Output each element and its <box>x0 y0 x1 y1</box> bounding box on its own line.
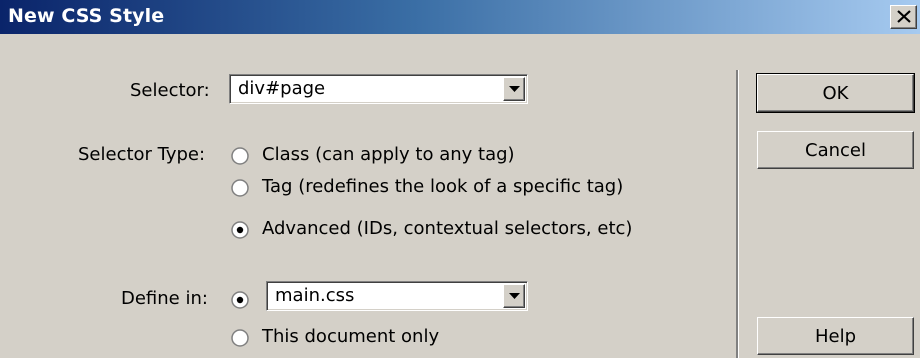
new-css-style-dialog: New CSS Style Selector: div#page Selecto… <box>0 0 920 358</box>
help-button[interactable]: Help <box>757 317 914 355</box>
radio-checked-icon[interactable] <box>231 291 249 309</box>
selector-label: Selector: <box>130 80 210 101</box>
radio-class-label: Class (can apply to any tag) <box>262 144 515 165</box>
chevron-down-icon <box>509 293 520 299</box>
close-button[interactable] <box>890 5 917 29</box>
dialog-title: New CSS Style <box>8 5 165 27</box>
selector-dropdown[interactable]: div#page <box>229 74 528 104</box>
chevron-down-icon <box>509 86 520 92</box>
define-in-dropdown[interactable]: main.css <box>266 281 528 311</box>
define-in-value: main.css <box>275 285 355 306</box>
define-in-label: Define in: <box>121 288 208 309</box>
selector-value: div#page <box>238 78 326 99</box>
define-in-dropdown-arrow[interactable] <box>503 284 525 308</box>
selector-type-label: Selector Type: <box>78 144 206 165</box>
selector-dropdown-arrow[interactable] <box>503 77 525 101</box>
radio-this-document-only-label: This document only <box>262 326 440 347</box>
radio-unchecked-icon[interactable] <box>231 329 249 347</box>
close-icon <box>897 10 911 23</box>
radio-unchecked-icon[interactable] <box>231 179 249 197</box>
title-bar[interactable]: New CSS Style <box>0 0 920 34</box>
radio-checked-icon[interactable] <box>231 221 249 239</box>
radio-advanced-label: Advanced (IDs, contextual selectors, etc… <box>262 218 633 239</box>
ok-button[interactable]: OK <box>756 73 915 113</box>
vertical-divider <box>736 70 738 358</box>
radio-unchecked-icon[interactable] <box>231 147 249 165</box>
radio-tag-label: Tag (redefines the look of a specific ta… <box>262 176 624 197</box>
cancel-button[interactable]: Cancel <box>757 131 914 169</box>
